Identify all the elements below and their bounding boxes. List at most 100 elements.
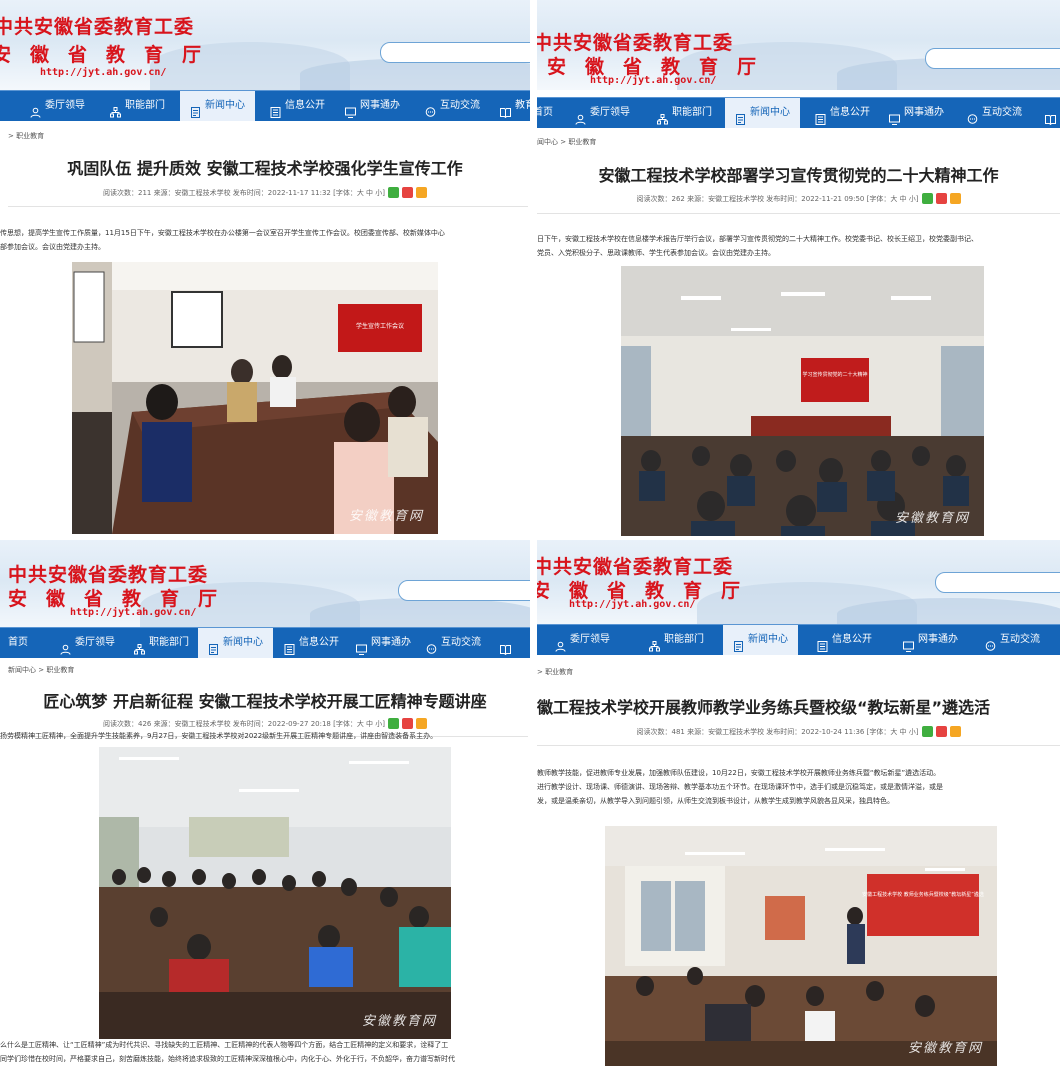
wechat-icon[interactable] — [921, 726, 933, 737]
article-screenshot-4: 中共安徽省委教育工委 安徽省教育厅 http://jyt.ah.gov.cn/ … — [537, 540, 1060, 1070]
nav-item-news[interactable]: 新闻中心 — [725, 98, 800, 128]
qzone-icon[interactable] — [949, 193, 961, 204]
nav-item-news[interactable]: 新闻中心 — [198, 628, 273, 658]
article-photo: 学习宣传贯彻党的二十大精神 安徽教育网 — [621, 266, 984, 536]
qzone-icon[interactable] — [416, 187, 428, 198]
breadcrumb: 闻中心 > 职业教育 — [537, 138, 597, 146]
book-icon — [500, 101, 511, 118]
wechat-icon[interactable] — [921, 193, 933, 204]
nav-item-leaders[interactable]: 委厅领导 — [575, 98, 630, 128]
org-name: 中共安徽省委教育工委 — [0, 16, 195, 38]
site-url: http://jyt.ah.gov.cn/ — [569, 599, 696, 610]
nav-item-departments[interactable]: 职能部门 — [649, 625, 704, 655]
chat-icon — [967, 108, 978, 124]
search-input[interactable] — [380, 42, 530, 63]
site-url: http://jyt.ah.gov.cn/ — [70, 607, 197, 618]
site-banner: 中共安徽省委教育工委 安徽省教育厅 http://jyt.ah.gov.cn/ — [537, 540, 1060, 630]
watermark: 安徽教育网 — [348, 509, 424, 524]
person-icon — [575, 108, 586, 125]
list-icon — [270, 101, 281, 118]
breadcrumb: > 职业教育 — [537, 668, 574, 676]
qzone-icon[interactable] — [949, 726, 961, 737]
site-banner: 中共安徽省委教育工委 安徽省教育厅 http://jyt.ah.gov.cn/ — [537, 0, 1060, 90]
nav-item-news[interactable]: 新闻中心 — [723, 625, 798, 655]
nav-item-services[interactable]: 网事通办 — [345, 91, 400, 121]
document-icon — [733, 635, 744, 652]
site-banner: 中共安徽省委教育工委 安徽省教育厅 http://jyt.ah.gov.cn/ — [0, 540, 530, 630]
breadcrumb: 新闻中心 > 职业教育 — [8, 666, 75, 674]
weibo-icon[interactable] — [935, 193, 947, 204]
nav-item-interaction[interactable]: 互动交流 — [426, 628, 481, 658]
site-banner: 中共安徽省委教育工委 安徽省教育厅 http://jyt.ah.gov.cn/ — [0, 0, 530, 90]
article-meta: 阅读次数：481 来源：安徽工程技术学校 发布时间：2022-10-24 11:… — [537, 726, 1060, 737]
site-url: http://jyt.ah.gov.cn/ — [40, 67, 167, 78]
screen-text: 安徽工程技术学校 教师业务练兵暨校级“教坛新星”遴选 — [862, 891, 984, 898]
breadcrumb: > 职业教育 — [8, 132, 45, 140]
article-screenshot-1: 中共安徽省委教育工委 安徽省教育厅 http://jyt.ah.gov.cn/ … — [0, 0, 530, 537]
search-input[interactable] — [925, 48, 1060, 69]
nav-item-departments[interactable]: 职能部门 — [110, 91, 165, 121]
article-title: 徽工程技术学校开展教师教学业务练兵暨校级“教坛新星”遴选活 — [537, 698, 991, 717]
nav-item-news[interactable]: 新闻中心 — [180, 91, 255, 121]
main-nav: 首页 委厅领导 职能部门 新闻中心 信息公开 网事通办 互动交流 — [0, 627, 530, 658]
search-input[interactable] — [398, 580, 530, 601]
main-nav: 委厅领导 职能部门 新闻中心 信息公开 网事通办 互动交流 — [537, 624, 1060, 655]
article-body: 日下午，安徽工程技术学校在信息楼学术报告厅举行会议，部署学习宣传贯彻党的二十大精… — [537, 235, 978, 257]
nav-item-interaction[interactable]: 互动交流 — [985, 625, 1040, 655]
list-icon — [284, 638, 295, 655]
org-chart-icon — [657, 108, 668, 124]
org-name: 中共安徽省委教育工委 — [537, 556, 734, 578]
monitor-icon — [345, 101, 356, 118]
weibo-icon[interactable] — [402, 187, 414, 198]
article-screenshot-2: 中共安徽省委教育工委 安徽省教育厅 http://jyt.ah.gov.cn/ … — [537, 0, 1060, 537]
monitor-icon — [903, 635, 914, 652]
article-meta: 阅读次数：262 来源：安徽工程技术学校 发布时间：2022-11-21 09:… — [537, 193, 1060, 204]
person-icon — [555, 635, 566, 652]
weibo-icon[interactable] — [935, 726, 947, 737]
document-icon — [190, 101, 201, 118]
monitor-icon — [889, 108, 900, 125]
nav-item-leaders[interactable]: 委厅领导 — [60, 628, 115, 658]
nav-item-info[interactable]: 信息公开 — [284, 628, 339, 658]
list-icon — [815, 108, 826, 125]
article-body: 教师教学技能，促进教师专业发展，加强教师队伍建设，10月22日，安徽工程技术学校… — [537, 769, 943, 805]
document-icon — [735, 108, 746, 125]
article-meta: 阅读次数：211 来源：安徽工程技术学校 发布时间：2022-11-17 11:… — [0, 187, 530, 198]
nav-item-services[interactable]: 网事通办 — [356, 628, 411, 658]
divider — [8, 206, 528, 207]
nav-item-interaction[interactable]: 互动交流 — [967, 98, 1022, 128]
article-title: 安徽工程技术学校部署学习宣传贯彻党的二十大精神工作 — [598, 166, 999, 185]
nav-item-services[interactable]: 网事通办 — [903, 625, 958, 655]
wechat-icon[interactable] — [388, 187, 400, 198]
watermark: 安徽教育网 — [907, 1041, 983, 1056]
nav-item-education[interactable]: 教育 — [500, 91, 530, 121]
site-url: http://jyt.ah.gov.cn/ — [590, 75, 717, 86]
divider — [537, 745, 1060, 746]
screen-text: 学习宣传贯彻党的二十大精神 — [802, 371, 867, 378]
nav-item-departments[interactable]: 职能部门 — [657, 98, 712, 128]
nav-item-leaders[interactable]: 委厅领导 — [30, 91, 85, 121]
org-chart-icon — [110, 101, 121, 117]
chat-icon — [426, 638, 437, 654]
book-icon — [500, 638, 511, 655]
article-body: 传思想，提高学生宣传工作质量，11月15日下午，安徽工程技术学校在办公楼第一会议… — [0, 229, 445, 251]
nav-item-education[interactable] — [1045, 98, 1056, 128]
org-chart-icon — [134, 638, 145, 654]
nav-item-info[interactable]: 信息公开 — [817, 625, 872, 655]
nav-item-info[interactable]: 信息公开 — [815, 98, 870, 128]
dept-name: 安徽省教育厅 — [0, 44, 221, 66]
nav-item-home[interactable]: 首页 — [8, 628, 28, 658]
watermark: 安徽教育网 — [894, 511, 970, 526]
nav-item-education[interactable] — [500, 628, 511, 658]
nav-item-info[interactable]: 信息公开 — [270, 91, 325, 121]
watermark: 安徽教育网 — [361, 1014, 437, 1029]
search-input[interactable] — [935, 572, 1060, 593]
nav-item-departments[interactable]: 职能部门 — [134, 628, 189, 658]
person-icon — [30, 101, 41, 118]
chat-icon — [425, 101, 436, 117]
nav-item-home[interactable]: 首页 — [537, 98, 553, 128]
nav-item-services[interactable]: 网事通办 — [889, 98, 944, 128]
nav-item-interaction[interactable]: 互动交流 — [425, 91, 480, 121]
chat-icon — [985, 635, 996, 651]
nav-item-leaders[interactable]: 委厅领导 — [555, 625, 610, 655]
